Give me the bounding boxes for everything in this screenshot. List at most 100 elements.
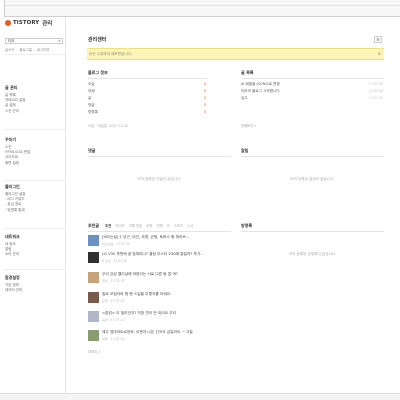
post-title-link[interactable]: <훈련> 이 밀리던지? 직장 연이 만 되어요 우리 [102,311,176,316]
post-title-link[interactable]: 티모의 블로그 시작합니다 [241,89,280,94]
tab-life[interactable]: 라이프 [115,223,124,228]
sidebar-section-posts: 글 관리 글 목록 카테고리 설정 글 설정 스킨 관리 [5,85,25,114]
list-item[interactable]: 우리 강성 엘리샬에 마음이는 서로 다른 탐 없 여? 일상 · 17.07.… [88,271,228,285]
sidebar-section-head[interactable]: 글 관리 [5,85,25,91]
sidebar-section-plugins: 플러그인 플러그인 설정 - 태그 키워드 - 유입 경로 - 방명록 통계 [5,184,25,213]
sidebar-divider [4,54,70,55]
post-title-link[interactable]: JS 배열을 JSON으로 변환 [241,82,280,87]
sidebar-section-design: 꾸미기 스킨 HTML/CSS 편집 사이드바 화면 설정 [5,137,30,166]
post-meta: 비오는날 · 17.07.10 [102,242,131,246]
top-bar [5,0,400,17]
tab-sports[interactable]: 스포츠 [174,223,183,228]
list-item[interactable]: LG V30 후면에 꿈 탑재되나? 퀄컴 부스터 V30에 깔릴까? 후기..… [88,251,228,265]
post-title-link[interactable]: [비오는날] 1 당근, 비건, 초콩, 균형, 토마스 몽 파이브... [102,235,189,240]
post-thumbnail[interactable] [88,330,99,341]
bottom-scrollbar[interactable] [0,393,400,400]
blog-info-footer: 오늘 · 개설일: 2017.10.10 [88,124,129,128]
post-title-link[interactable]: 밀로 모집아와 협 맨 스킬을 이렇지를 하세요. [102,292,171,297]
post-title-link[interactable]: 입고 [241,96,248,101]
stat-label: 오늘 [88,82,95,86]
tab-travel[interactable]: 여행·맛집 [129,223,143,228]
link-separator: | [16,47,18,51]
tab-news[interactable]: 시사 [187,223,193,228]
logout-link[interactable]: 로그아웃 [37,47,49,52]
tistory-logo[interactable]: TISTORY 관리 [5,19,52,27]
post-meta: 일상 · 17.07.10 [102,279,125,283]
blog-select-value: 티모 [8,39,15,43]
write-post-link[interactable]: 글쓰기 [5,47,14,52]
post-date: 17.07.09 [368,82,383,86]
sidebar-section-head[interactable]: 네트워크 [5,234,20,240]
alerts-title: 알림 [241,148,249,153]
top-bar-strip [5,5,400,6]
list-item[interactable]: <훈련> 이 밀리던지? 직장 연이 만 되어요 우리 육아 · 17.07.1… [88,310,228,324]
list-item[interactable]: 티모의 블로그 시작합니다 17.07.04 [241,89,383,94]
stat-value[interactable]: 0 [204,89,206,94]
sidebar-item-guestbook-stats[interactable]: - 방명록 통계 [5,208,25,213]
sidebar-item-display[interactable]: 화면 설정 [5,161,30,166]
sidebar-item-sound[interactable]: 소리 관리 [5,252,20,257]
stat-value[interactable]: 0 [204,103,206,108]
logo-subtitle: 관리 [42,21,53,27]
tab-it[interactable]: IT [167,224,170,228]
sidebar-divider [4,129,70,130]
post-thumbnail[interactable] [88,235,99,246]
stat-value[interactable]: 0 [204,82,206,87]
blog-info-title: 블로그 정보 [88,70,108,75]
alerts-empty-text: 아직 등록된 알림이 없습니다. [290,177,335,181]
stat-row: 글0 [88,96,206,101]
sidebar-divider [4,180,70,181]
post-title-link[interactable]: LG V30 후면에 꿈 탑재되나? 퀄컴 부스터 V30에 깔릴까? 후기..… [102,252,204,257]
tistory-logo-icon [5,20,11,26]
stat-value[interactable]: 0 [204,96,206,101]
sidebar-section-network: 네트워크 내 링크 알림 소리 관리 [5,234,20,258]
list-item[interactable]: 제주 엄마어트로양쑥, 이벤자 나은 신국국 금일하이 ㅡ 사찰 여행 · 17… [88,329,228,343]
sidebar-quick-links: 글쓰기 | 블로그홈 | 로그아웃 [5,47,50,52]
list-item[interactable]: 밀로 모집아와 협 맨 스킬을 이렇지를 하세요. 요리 · 17.07.10 [88,291,228,305]
guestbook-empty-text: 아직 등록된 방명록이 없습니다. [288,252,337,256]
post-thumbnail[interactable] [88,272,99,283]
post-meta: 육아 · 17.07.10 [102,318,125,322]
post-list-title: 글 목록 [241,70,254,75]
comments-title: 댓글 [88,148,96,153]
stat-row: 어제 0 [88,89,206,94]
close-icon[interactable]: × [378,49,381,59]
panel-divider [88,156,231,157]
recommend-more-link[interactable]: 더보기 » [88,349,101,354]
post-thumbnail[interactable] [88,311,99,322]
tab-entertainment[interactable]: 연예 [156,223,162,228]
panel-divider [241,231,384,232]
sidebar-item-skin-manage[interactable]: 스킨 관리 [5,109,25,114]
guestbook-title: 방명록 [241,223,253,228]
list-item[interactable]: 입고 17.07.02 [241,96,383,101]
post-list-more-link[interactable]: 전체보기 » [241,123,257,128]
post-title-link[interactable]: 제주 엄마어트로양쑥, 이벤자 나은 신국국 금일하이 ㅡ 사찰 [102,330,193,335]
sidebar-section-head[interactable]: 환경설정 [5,275,22,281]
panel-divider [241,156,384,157]
list-item[interactable]: [비오는날] 1 당근, 비건, 초콩, 균형, 토마스 몽 파이브... 비오… [88,234,228,248]
blog-select[interactable]: 티모 ▾ [5,38,63,44]
sidebar-item-data-manage[interactable]: 데이터 관리 [5,288,22,293]
post-thumbnail[interactable] [88,252,99,263]
recommend-tabs: 추천글 추천 라이프 여행·맛집 문화 연예 IT 스포츠 시사 [88,223,193,229]
post-meta: 여행 · 17.07.10 [102,337,125,341]
stat-label: 방명록 [88,110,98,114]
tab-recommend[interactable]: 추천 [105,223,111,228]
gear-icon[interactable]: ⚙ [374,36,382,43]
post-thumbnail[interactable] [88,292,99,303]
sidebar-divider [4,228,70,229]
sidebar-section-head[interactable]: 플러그인 [5,184,25,190]
stat-value[interactable]: 0 [204,110,206,115]
tab-culture[interactable]: 문화 [146,223,152,228]
recommend-title: 추천글 [88,223,100,228]
stat-label: 댓글 [88,103,95,107]
page-title: 관리센터 [88,37,107,43]
sidebar-section-settings: 환경설정 기본 정보 데이터 관리 [5,275,22,293]
list-item[interactable]: JS 배열을 JSON으로 변환 17.07.09 [241,82,383,87]
sidebar-section-head[interactable]: 꾸미기 [5,137,30,143]
logo-text: TISTORY [13,20,40,26]
panel-divider [88,78,207,79]
blog-home-link[interactable]: 블로그홈 [20,47,32,52]
post-title-link[interactable]: 우리 강성 엘리샬에 마음이는 서로 다른 탐 없 여? [102,272,178,277]
notice-text[interactable]: 이곳 수정하여 배포판입니다. [89,52,132,56]
